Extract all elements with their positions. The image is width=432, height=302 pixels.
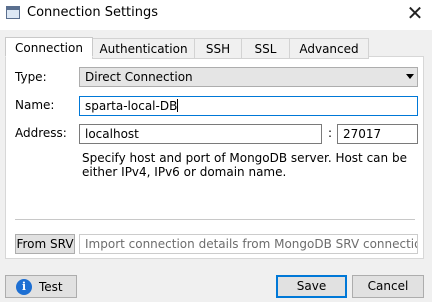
tab-advanced[interactable]: Advanced [289,38,369,59]
tab-ssh[interactable]: SSH [194,38,242,59]
port-input[interactable]: 27017 [337,124,418,144]
address-hint: Specify host and port of MongoDB server.… [82,151,407,179]
test-button[interactable]: i Test [5,275,77,298]
window-title: Connection Settings [27,5,159,20]
save-button[interactable]: Save [276,275,347,298]
title-bar: Connection Settings ✕ [0,0,432,30]
tab-connection[interactable]: Connection [5,37,93,57]
name-label: Name: [15,98,55,112]
name-input[interactable]: sparta-local-DB [79,96,418,116]
from-srv-button[interactable]: From SRV [15,234,75,254]
srv-connection-input[interactable]: Import connection details from MongoDB S… [79,234,418,254]
divider [15,219,415,221]
chevron-down-icon [406,74,414,79]
window-app-icon [6,6,20,19]
host-input[interactable]: localhost [79,124,322,144]
text-caret [177,99,179,112]
connection-type-value: Direct Connection [85,70,193,84]
type-label: Type: [15,70,47,84]
test-button-label: Test [39,280,63,294]
address-label: Address: [15,126,67,140]
cancel-button[interactable]: Cancel [352,275,424,298]
connection-type-select[interactable]: Direct Connection [79,67,418,87]
info-icon: i [16,279,32,295]
tab-authentication[interactable]: Authentication [92,38,195,59]
port-separator: : [328,126,333,140]
name-input-value: sparta-local-DB [85,99,178,113]
tab-ssl[interactable]: SSL [241,38,290,59]
close-icon[interactable]: ✕ [405,3,425,23]
